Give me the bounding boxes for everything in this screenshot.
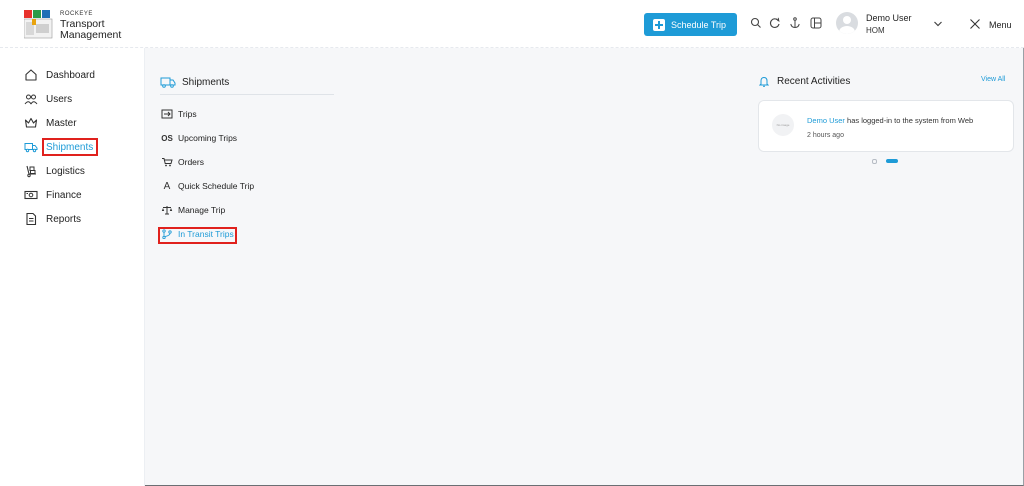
sidebar-item-label: Logistics — [46, 165, 85, 177]
sidebar-item-label: Finance — [46, 189, 82, 201]
search-icon[interactable] — [750, 17, 762, 29]
dolly-icon — [26, 165, 36, 178]
main-content: Shipments Trips OS Upcoming Trips Orders… — [145, 48, 1023, 485]
schedule-trip-label: Schedule Trip — [671, 19, 727, 30]
activity-message: has logged-in to the system from Web — [844, 116, 974, 125]
activity-avatar: No image — [772, 114, 794, 136]
user-name: Demo User — [866, 13, 912, 23]
user-avatar[interactable] — [836, 12, 858, 34]
highlight-box-shipments — [42, 138, 98, 156]
brand-title-line2: Management — [60, 29, 122, 41]
shipments-title-label: Shipments — [182, 76, 230, 88]
sidebar-item-reports[interactable]: Reports — [24, 212, 81, 226]
menu-item-label: Orders — [178, 157, 204, 167]
crown-icon — [24, 117, 38, 128]
sidebar-item-label: Users — [46, 93, 73, 105]
activity-user-link[interactable]: Demo User — [807, 116, 845, 125]
shipments-section-title: Shipments — [160, 76, 229, 88]
carousel-dot[interactable] — [872, 159, 877, 164]
money-icon — [24, 190, 38, 200]
menu-label[interactable]: Menu — [989, 20, 1012, 30]
chevron-down-icon[interactable] — [933, 20, 943, 28]
quick-schedule-icon: A — [163, 180, 171, 192]
section-divider — [160, 94, 334, 95]
activity-card: No image Demo User has logged-in to the … — [758, 100, 1014, 152]
activity-text: Demo User has logged-in to the system fr… — [807, 116, 973, 125]
plus-icon — [653, 18, 665, 31]
document-icon — [26, 212, 37, 226]
sidebar-item-label: Master — [46, 117, 77, 129]
brand-company: ROCKEYE — [60, 11, 93, 17]
recent-activities-title: Recent Activities — [759, 76, 850, 87]
user-role: HOM — [866, 26, 885, 35]
brand-logo — [24, 10, 53, 39]
sidebar-item-label: Dashboard — [46, 69, 95, 81]
menu-item-trips[interactable]: Trips — [161, 109, 197, 119]
menu-item-label: Upcoming Trips — [178, 133, 238, 143]
scale-icon — [161, 206, 173, 215]
highlight-box-in-transit-trips — [158, 227, 237, 244]
activity-time: 2 hours ago — [807, 132, 844, 139]
sidebar-item-master[interactable]: Master — [24, 116, 77, 130]
trips-icon — [161, 109, 173, 119]
sidebar-item-logistics[interactable]: Logistics — [24, 164, 85, 178]
os-icon: OS — [161, 133, 173, 143]
close-icon[interactable] — [969, 18, 981, 30]
menu-item-label: Trips — [178, 109, 197, 119]
home-icon — [25, 69, 37, 81]
bell-icon — [759, 76, 769, 87]
view-all-link[interactable]: View All — [981, 76, 1005, 83]
menu-item-manage-trip[interactable]: Manage Trip — [161, 205, 225, 215]
menu-item-upcoming-trips[interactable]: OS Upcoming Trips — [161, 133, 237, 143]
users-icon — [24, 94, 38, 105]
menu-item-label: Quick Schedule Trip — [178, 181, 255, 191]
menu-item-orders[interactable]: Orders — [161, 157, 204, 167]
sidebar-item-dashboard[interactable]: Dashboard — [24, 68, 95, 82]
cart-icon — [162, 158, 173, 167]
anchor-icon[interactable] — [789, 17, 801, 29]
sidebar: Dashboard Users Master Shipments Logisti… — [0, 48, 145, 486]
sidebar-item-label: Reports — [46, 213, 82, 225]
truck-icon — [24, 143, 38, 153]
carousel-dot-active[interactable] — [886, 159, 898, 163]
top-header: ROCKEYE Transport Management Schedule Tr… — [0, 0, 1024, 48]
schedule-trip-button[interactable]: Schedule Trip — [644, 13, 737, 36]
menu-item-quick-schedule-trip[interactable]: A Quick Schedule Trip — [161, 180, 255, 192]
truck-icon — [160, 77, 176, 88]
recent-activities-label: Recent Activities — [777, 76, 851, 87]
refresh-icon[interactable] — [769, 17, 781, 29]
grid-icon[interactable] — [810, 17, 822, 29]
menu-item-label: Manage Trip — [178, 205, 226, 215]
sidebar-item-finance[interactable]: Finance — [24, 188, 82, 202]
sidebar-item-users[interactable]: Users — [24, 92, 72, 106]
